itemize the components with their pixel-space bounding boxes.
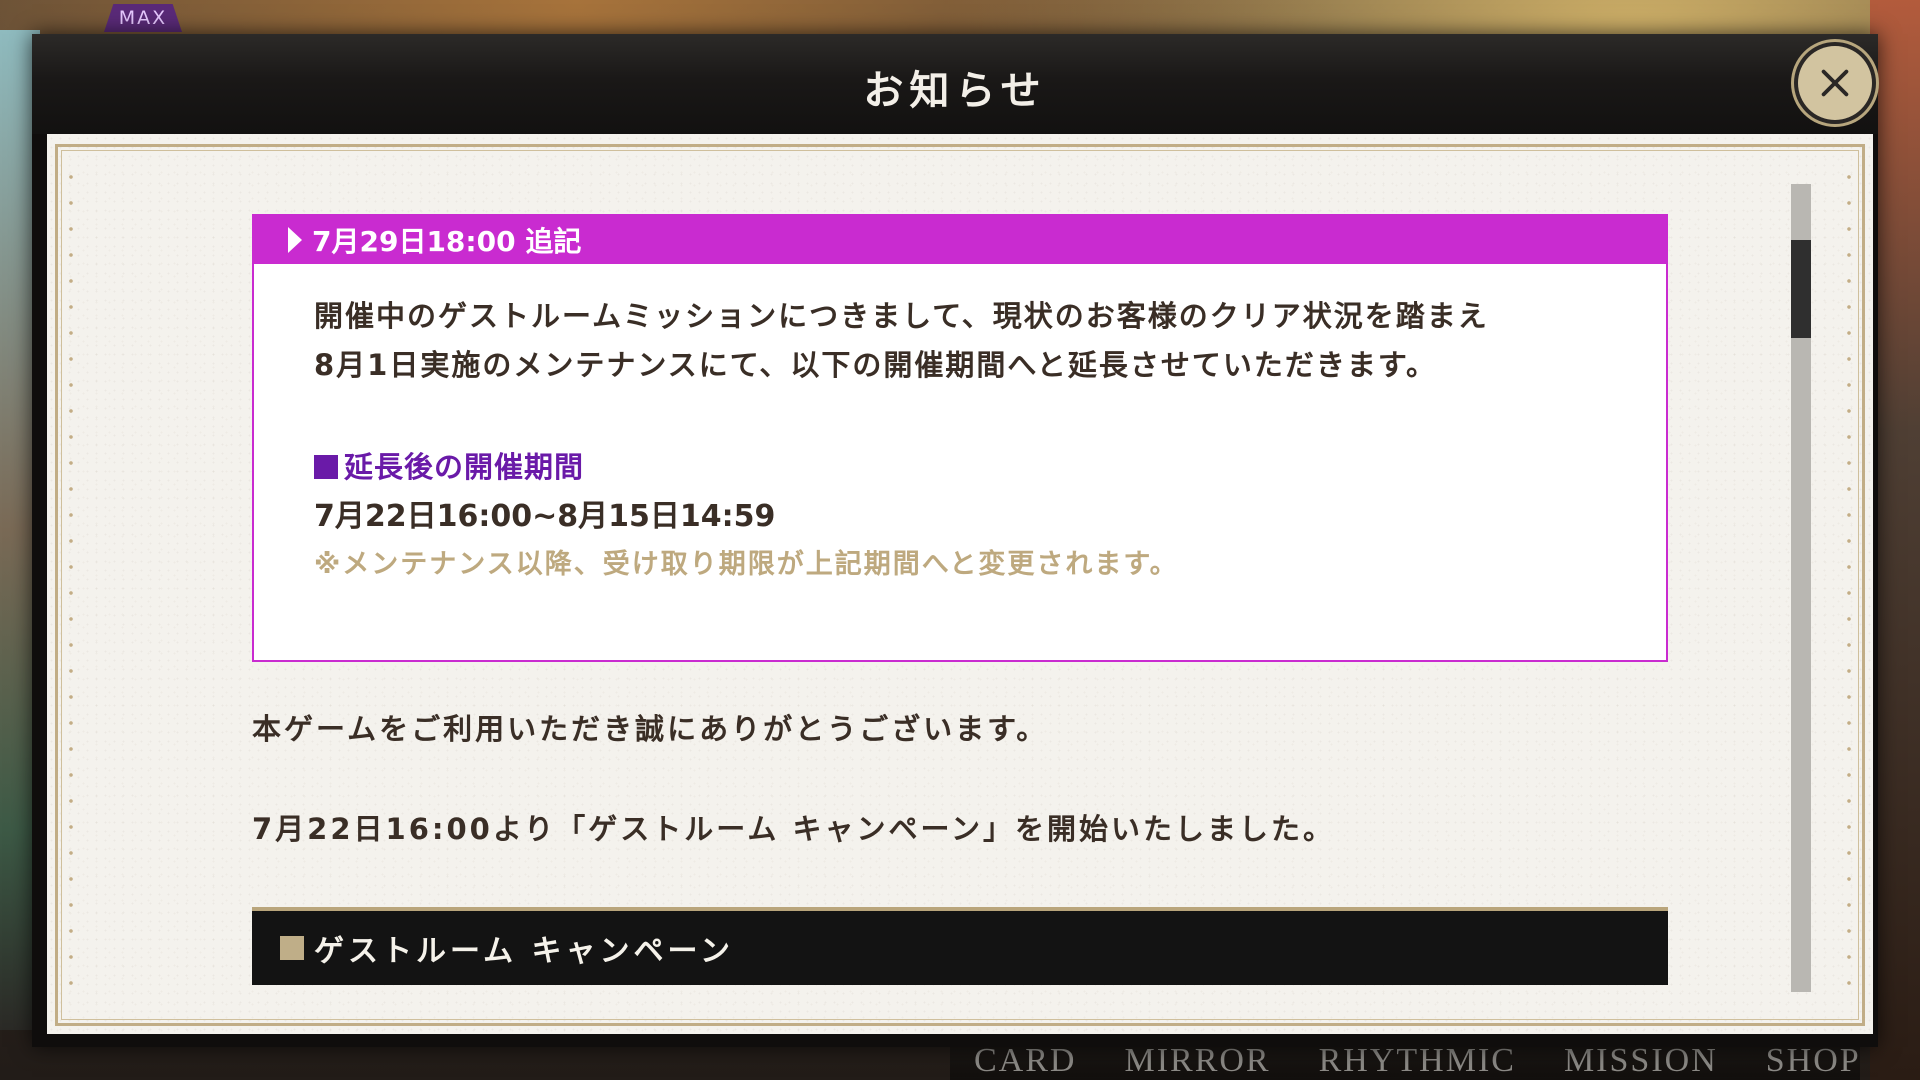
- scrollbar-thumb[interactable]: [1791, 240, 1811, 338]
- greeting-line: 本ゲームをご利用いただき誠にありがとうございます。: [252, 712, 1049, 746]
- dialog-title: お知らせ: [863, 68, 1047, 114]
- close-button[interactable]: [1798, 46, 1872, 120]
- close-icon: [1821, 69, 1849, 97]
- addendum-header: 7月29日18:00 追記: [254, 216, 1666, 264]
- dotted-border-left: [69, 164, 73, 1004]
- period-date: 7月22日16:00~8月15日14:59: [314, 499, 776, 534]
- dialog-header: お知らせ: [32, 34, 1878, 134]
- play-triangle-icon: [288, 227, 302, 253]
- addendum-header-text: 7月29日18:00 追記: [312, 225, 582, 258]
- period-title: 延長後の開催期間: [314, 442, 1606, 492]
- nav-rhythmic[interactable]: RHYTHMIC: [1295, 1042, 1540, 1080]
- square-bullet-icon: [314, 455, 338, 479]
- period-title-text: 延長後の開催期間: [344, 450, 585, 484]
- campaign-start-line: 7月22日16:00より「ゲストルーム キャンペーン」を開始いたしました。: [252, 812, 1336, 846]
- section-header-text: ゲストルーム キャンペーン: [314, 934, 735, 969]
- period-note: ※メンテナンス以降、受け取り期限が上記期間へと変更されます。: [314, 549, 1179, 580]
- addendum-line-1: 開催中のゲストルームミッションにつきまして、現状のお客様のクリア状況を踏まえ: [314, 299, 1489, 333]
- addendum-body: 開催中のゲストルームミッションにつきまして、現状のお客様のクリア状況を踏まえ 8…: [254, 264, 1666, 588]
- nav-shop[interactable]: SHOP: [1742, 1042, 1885, 1080]
- max-badge: MAX: [104, 4, 182, 32]
- dotted-border-right: [1847, 164, 1851, 1004]
- nav-card[interactable]: CARD: [950, 1042, 1100, 1080]
- addendum-line-2: 8月1日実施のメンテナンスにて、以下の開催期間へと延長させていただきます。: [314, 348, 1437, 382]
- nav-mirror[interactable]: MIRROR: [1100, 1042, 1294, 1080]
- notice-content: 7月29日18:00 追記 開催中のゲストルームミッションにつきまして、現状のお…: [252, 214, 1668, 985]
- nav-mission[interactable]: MISSION: [1540, 1042, 1742, 1080]
- section-header-guestroom: ゲストルーム キャンペーン: [252, 907, 1668, 985]
- addendum-box: 7月29日18:00 追記 開催中のゲストルームミッションにつきまして、現状のお…: [252, 214, 1668, 662]
- square-bullet-icon: [280, 936, 304, 960]
